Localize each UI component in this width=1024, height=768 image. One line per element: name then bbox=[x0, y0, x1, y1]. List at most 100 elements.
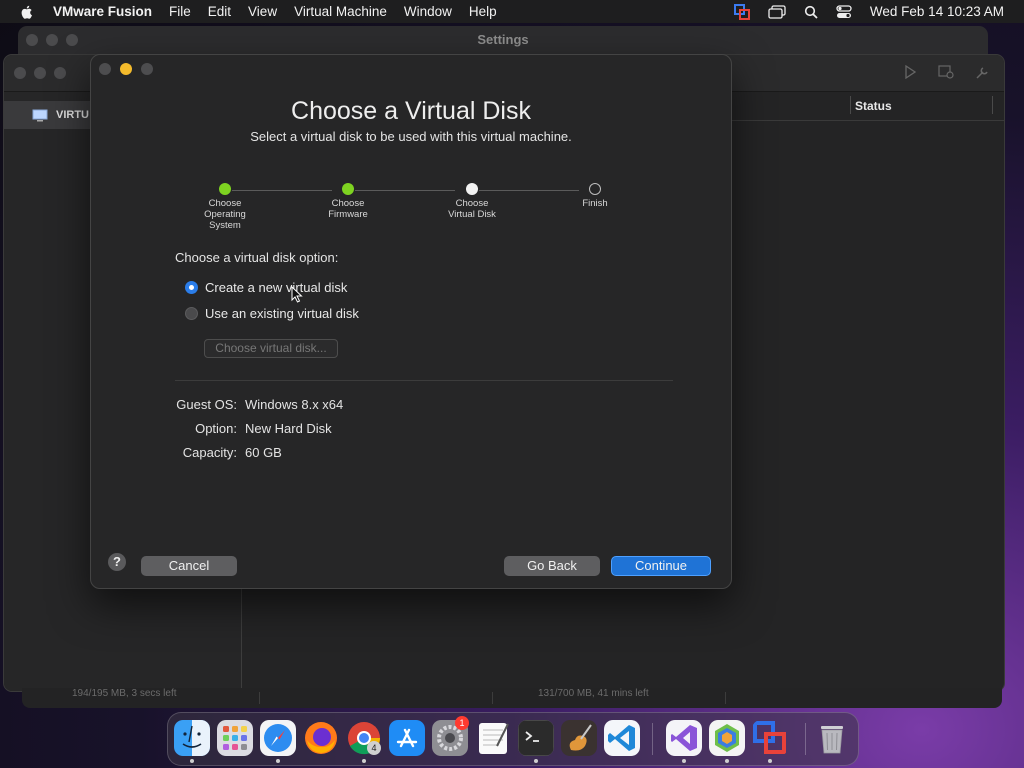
summary-capacity: Capacity: 60 GB bbox=[175, 445, 282, 460]
menu-virtual-machine[interactable]: Virtual Machine bbox=[294, 4, 387, 19]
step-choose-virtual-disk: Choose Virtual Disk bbox=[427, 183, 517, 220]
step-label: Finish bbox=[582, 198, 608, 209]
running-indicator bbox=[534, 759, 538, 763]
radio-unselected[interactable] bbox=[185, 307, 198, 320]
menu-window[interactable]: Window bbox=[404, 4, 452, 19]
option-use-existing-disk[interactable]: Use an existing virtual disk bbox=[185, 306, 359, 321]
dialog-subtitle: Select a virtual disk to be used with th… bbox=[250, 129, 572, 144]
minimize-button[interactable] bbox=[34, 67, 46, 79]
dialog-window-controls bbox=[99, 63, 153, 75]
continue-button[interactable]: Continue bbox=[611, 556, 711, 576]
divider bbox=[492, 692, 493, 704]
trash-icon[interactable] bbox=[814, 720, 850, 756]
settings-wrench-icon[interactable] bbox=[974, 65, 990, 81]
android-studio-icon[interactable] bbox=[709, 720, 745, 756]
step-current-indicator bbox=[466, 183, 478, 195]
divider bbox=[259, 692, 260, 704]
step-label: Choose Virtual Disk bbox=[448, 198, 496, 220]
section-divider bbox=[175, 380, 673, 381]
vmware-fusion-icon[interactable] bbox=[752, 720, 788, 756]
spotlight-search-icon[interactable] bbox=[804, 5, 818, 19]
option-create-new-disk[interactable]: Create a new virtual disk bbox=[185, 280, 347, 295]
screen-mirroring-icon[interactable] bbox=[768, 4, 786, 19]
summary-key: Option: bbox=[195, 421, 237, 436]
zoom-button[interactable] bbox=[54, 67, 66, 79]
option-label: Create a new virtual disk bbox=[205, 280, 348, 295]
launchpad-icon[interactable] bbox=[217, 720, 253, 756]
column-divider bbox=[992, 96, 993, 114]
step-choose-firmware: Choose Firmware bbox=[303, 183, 393, 220]
menu-bar: VMware Fusion File Edit View Virtual Mac… bbox=[0, 0, 1024, 23]
snapshot-icon[interactable] bbox=[938, 65, 954, 79]
menu-file[interactable]: File bbox=[169, 4, 191, 19]
summary-guest-os: Guest OS: Windows 8.x x64 bbox=[175, 397, 343, 412]
app-store-icon[interactable] bbox=[389, 720, 425, 756]
running-indicator bbox=[682, 759, 686, 763]
step-choose-operating-system: Choose Operating System bbox=[180, 183, 270, 231]
menu-help[interactable]: Help bbox=[469, 4, 497, 19]
terminal-icon[interactable] bbox=[518, 720, 554, 756]
menu-view[interactable]: View bbox=[248, 4, 277, 19]
step-label: Choose Firmware bbox=[328, 198, 368, 220]
choose-virtual-disk-button: Choose virtual disk... bbox=[204, 339, 338, 358]
library-table-header: Status bbox=[730, 92, 1004, 121]
firefox-icon[interactable] bbox=[303, 720, 339, 756]
step-finish: Finish bbox=[550, 183, 640, 209]
step-done-indicator bbox=[219, 183, 231, 195]
step-done-indicator bbox=[342, 183, 354, 195]
summary-value: Windows 8.x x64 bbox=[245, 397, 344, 412]
running-indicator bbox=[276, 759, 280, 763]
mouse-pointer-icon bbox=[291, 286, 303, 303]
running-indicator bbox=[190, 759, 194, 763]
garageband-icon[interactable] bbox=[561, 720, 597, 756]
summary-option: Option: New Hard Disk bbox=[175, 421, 332, 436]
settings-window-title: Settings bbox=[477, 32, 529, 47]
library-window-controls bbox=[14, 67, 66, 79]
textedit-icon[interactable] bbox=[475, 720, 511, 756]
summary-value: 60 GB bbox=[245, 445, 282, 460]
step-label: Choose Operating System bbox=[204, 198, 246, 231]
play-icon[interactable] bbox=[904, 65, 916, 79]
vmware-status-icon[interactable] bbox=[733, 3, 750, 20]
vscode-icon[interactable] bbox=[604, 720, 640, 756]
close-button[interactable] bbox=[14, 67, 26, 79]
disk-option-heading: Choose a virtual disk option: bbox=[175, 250, 339, 265]
cancel-button[interactable]: Cancel bbox=[141, 556, 237, 576]
control-center-icon[interactable] bbox=[836, 4, 852, 19]
running-indicator bbox=[725, 759, 729, 763]
radio-selected[interactable] bbox=[185, 281, 198, 294]
menubar-clock[interactable]: Wed Feb 14 10:23 AM bbox=[870, 4, 1004, 19]
zoom-button[interactable] bbox=[141, 63, 153, 75]
sidebar-item-label: VIRTU bbox=[56, 109, 89, 121]
running-indicator bbox=[362, 759, 366, 763]
apple-menu-icon[interactable] bbox=[19, 4, 35, 20]
column-divider bbox=[850, 96, 851, 114]
go-back-button[interactable]: Go Back bbox=[504, 556, 600, 576]
summary-value: New Hard Disk bbox=[245, 421, 332, 436]
settings-window: Settings bbox=[18, 26, 988, 56]
menu-app-name[interactable]: VMware Fusion bbox=[53, 4, 152, 19]
wizard-progress: Choose Operating System Choose Firmware … bbox=[91, 183, 731, 243]
dock-separator bbox=[805, 723, 806, 755]
status-column-header[interactable]: Status bbox=[855, 99, 892, 113]
dialog-title: Choose a Virtual Disk bbox=[291, 97, 531, 125]
visual-studio-icon[interactable] bbox=[666, 720, 702, 756]
choose-virtual-disk-dialog: Choose a Virtual Disk Select a virtual d… bbox=[90, 54, 732, 589]
dock: 4 1 bbox=[167, 712, 859, 766]
finder-icon[interactable] bbox=[174, 720, 210, 756]
safari-icon[interactable] bbox=[260, 720, 296, 756]
minimize-button[interactable] bbox=[120, 63, 132, 75]
step-pending-indicator bbox=[589, 183, 601, 195]
divider bbox=[725, 692, 726, 704]
chrome-download-badge: 4 bbox=[367, 741, 381, 755]
close-button[interactable] bbox=[99, 63, 111, 75]
option-label: Use an existing virtual disk bbox=[205, 306, 359, 321]
monitor-icon bbox=[32, 109, 48, 121]
settings-notification-badge: 1 bbox=[455, 716, 469, 730]
download-progress-left: 194/195 MB, 3 secs left bbox=[72, 688, 177, 699]
dock-separator bbox=[652, 723, 653, 755]
menu-edit[interactable]: Edit bbox=[208, 4, 231, 19]
download-progress-right: 131/700 MB, 41 mins left bbox=[538, 688, 649, 699]
help-button[interactable]: ? bbox=[108, 553, 126, 571]
download-status-bar: 194/195 MB, 3 secs left 131/700 MB, 41 m… bbox=[22, 688, 1002, 708]
